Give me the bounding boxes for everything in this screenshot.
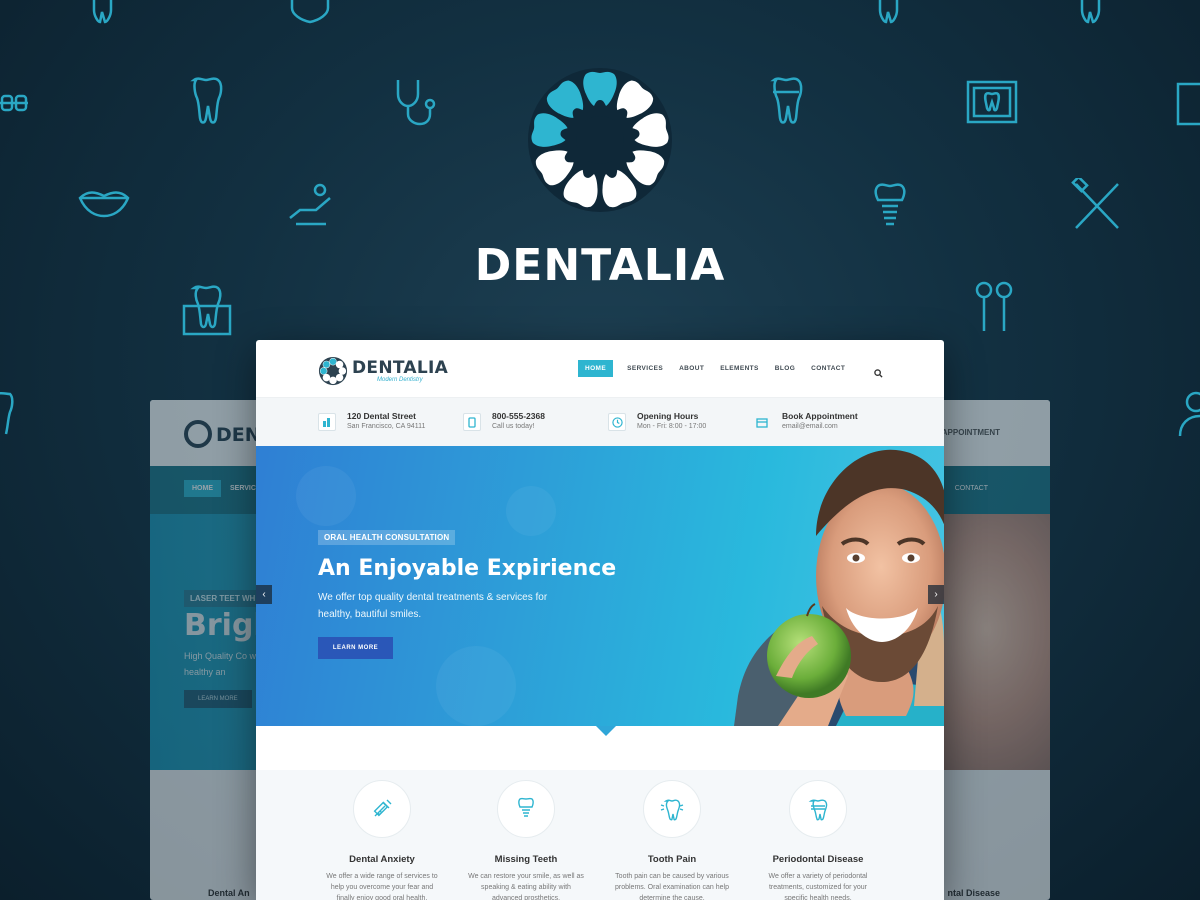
back-learn-more-button: LEARN MORE	[184, 690, 252, 708]
nav-services[interactable]: SERVICES	[627, 365, 663, 372]
site-logo-title[interactable]: DENTALIA	[352, 358, 448, 378]
hero-slider: ORAL HEALTH CONSULTATION An Enjoyable Ex…	[256, 446, 944, 726]
info-bar: 120 Dental Street San Francisco, CA 9411…	[256, 398, 944, 446]
nav-contact[interactable]: CONTACT	[811, 365, 845, 372]
hero-pattern	[436, 646, 516, 726]
building-icon	[318, 413, 336, 431]
tooth-implant-icon	[497, 780, 555, 838]
website-mockup: DENTALIA Modern Dentistry HOME SERVICES …	[256, 340, 944, 900]
feature-card[interactable]: Dental Anxiety We offer a wide range of …	[320, 780, 444, 900]
phone-icon	[463, 413, 481, 431]
feature-title: Missing Teeth	[494, 854, 558, 865]
tooth-root-icon	[182, 284, 232, 336]
feature-text: We can restore your smile, as well as sp…	[468, 873, 584, 900]
back-hero-tag: LASER TEET WH	[184, 590, 262, 607]
hero-pattern	[296, 466, 356, 526]
info-subtitle: Call us today!	[492, 423, 535, 430]
info-title[interactable]: 800-555-2368	[492, 411, 545, 421]
info-hours: Opening Hours Mon - Fri: 8:00 - 17:00	[608, 398, 753, 446]
hero-text: We offer top quality dental treatments &…	[318, 592, 548, 620]
hero-photo	[526, 446, 944, 726]
clock-icon	[608, 413, 626, 431]
hero-title: An Enjoyable Expirience	[318, 556, 617, 581]
tooth-crown-icon	[789, 780, 847, 838]
toothbrush-icon	[1070, 178, 1124, 234]
info-title[interactable]: Book Appointment	[782, 411, 858, 421]
feature-title: Dental Anxiety	[349, 854, 415, 865]
brand-logo	[518, 60, 682, 220]
back-nav-contact: CONTACT	[954, 485, 988, 492]
tooth-icon	[1078, 0, 1108, 24]
info-phone: 800-555-2368 Call us today!	[463, 398, 608, 446]
info-subtitle: Mon - Fri: 8:00 - 17:00	[637, 423, 707, 430]
braces-icon	[0, 92, 28, 116]
back-feature-right: ntal Disease	[947, 888, 1000, 898]
nav-home[interactable]: HOME	[578, 360, 614, 377]
nav-blog[interactable]: BLOG	[775, 365, 795, 372]
hero-notch	[596, 726, 616, 736]
info-appointment: Book Appointment email@email.com	[753, 398, 898, 446]
feature-text: Tooth pain can be caused by various prob…	[614, 873, 729, 900]
shield-icon	[288, 0, 332, 24]
xray-icon	[966, 80, 1018, 124]
feature-card[interactable]: Tooth Pain Tooth pain can be caused by v…	[610, 780, 734, 900]
back-nav-home: HOME	[184, 480, 221, 497]
tooth-icon	[90, 0, 120, 24]
site-logo-tagline: Modern Dentistry	[377, 377, 423, 383]
info-title: 120 Dental Street	[347, 411, 416, 421]
calendar-icon	[753, 413, 771, 431]
chevron-right-icon: ›	[934, 589, 938, 600]
info-title: Opening Hours	[637, 411, 699, 421]
dentist-icon	[1176, 390, 1200, 438]
back-logo-icon	[184, 420, 212, 448]
feature-title: Tooth Pain	[647, 854, 697, 865]
lips-icon	[78, 188, 130, 218]
slider-next-button[interactable]: ›	[928, 585, 944, 604]
feature-text: We offer a variety of periodontal treatm…	[768, 873, 868, 900]
info-address: 120 Dental Street San Francisco, CA 9411…	[318, 398, 463, 446]
tooth-icon	[188, 76, 224, 128]
tooth-pain-icon	[643, 780, 701, 838]
learn-more-button[interactable]: LEARN MORE	[318, 637, 393, 659]
hero-tag: ORAL HEALTH CONSULTATION	[318, 530, 456, 545]
syringe-icon	[353, 780, 411, 838]
nav-elements[interactable]: ELEMENTS	[720, 365, 759, 372]
tooth-icon	[0, 390, 18, 438]
site-logo-icon[interactable]	[318, 356, 348, 386]
chevron-left-icon: ‹	[262, 589, 266, 600]
feature-card[interactable]: Missing Teeth We can restore your smile,…	[464, 780, 588, 900]
nav-about[interactable]: ABOUT	[679, 365, 704, 372]
site-header: DENTALIA Modern Dentistry HOME SERVICES …	[256, 340, 944, 398]
info-subtitle[interactable]: email@email.com	[782, 423, 838, 430]
back-feature-left: Dental An	[208, 888, 250, 898]
tooth-crown-icon	[768, 76, 804, 128]
feature-card[interactable]: Periodontal Disease We offer a variety o…	[756, 780, 880, 900]
search-icon[interactable]	[874, 365, 883, 378]
main-nav: HOME SERVICES ABOUT ELEMENTS BLOG CONTAC…	[578, 360, 861, 377]
implant-icon	[872, 182, 908, 234]
feature-title: Periodontal Disease	[772, 854, 864, 865]
features-section: Dental Anxiety We offer a wide range of …	[256, 770, 944, 900]
clipboard-icon	[1176, 80, 1200, 128]
tooth-icon	[876, 0, 906, 24]
stethoscope-icon	[390, 76, 438, 128]
info-subtitle: San Francisco, CA 94111	[347, 423, 426, 430]
dental-chair-icon	[286, 182, 336, 226]
brand-name: DENTALIA	[474, 240, 726, 291]
slider-prev-button[interactable]: ‹	[256, 585, 272, 604]
feature-text: We offer a wide range of services to hel…	[326, 873, 438, 900]
